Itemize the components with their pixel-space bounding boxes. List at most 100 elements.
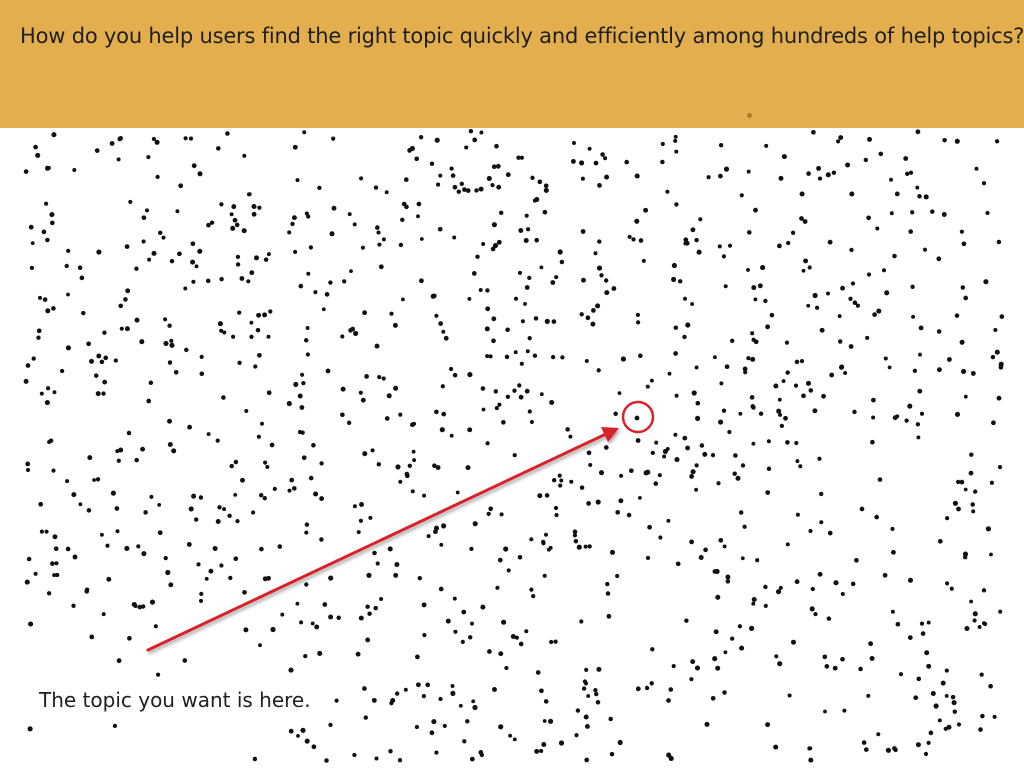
topic-dot xyxy=(715,665,721,671)
topic-dot xyxy=(412,458,417,463)
topic-dot xyxy=(889,211,894,216)
topic-dot xyxy=(188,136,194,141)
topic-dot xyxy=(393,572,399,578)
topic-dot xyxy=(525,227,531,232)
topic-dot xyxy=(892,253,897,259)
topic-dot xyxy=(136,544,141,549)
topic-dot xyxy=(317,650,323,656)
topic-dot xyxy=(694,463,699,468)
topic-dot xyxy=(25,363,31,368)
topic-dot xyxy=(535,670,541,675)
topic-dot xyxy=(44,529,49,534)
topic-dot xyxy=(946,724,952,730)
topic-dot xyxy=(634,218,640,224)
topic-dot xyxy=(936,367,942,373)
topic-dot xyxy=(749,395,755,400)
topic-dot xyxy=(945,516,950,521)
topic-dot xyxy=(128,199,133,204)
topic-dot xyxy=(819,327,825,333)
topic-dot xyxy=(265,464,270,470)
topic-dot xyxy=(467,635,473,640)
topic-dot xyxy=(430,293,436,299)
topic-dot xyxy=(827,530,833,536)
topic-dot xyxy=(597,183,602,188)
topic-dot xyxy=(597,239,602,244)
topic-dot xyxy=(574,733,579,738)
topic-dot xyxy=(206,432,211,437)
topic-dot xyxy=(778,175,784,181)
topic-dot xyxy=(250,510,256,515)
topic-dot xyxy=(101,391,106,396)
topic-dot xyxy=(112,723,118,729)
topic-dot xyxy=(586,501,591,506)
topic-dot xyxy=(725,578,731,584)
topic-dot xyxy=(580,176,585,181)
topic-dot xyxy=(442,723,447,728)
topic-dot xyxy=(438,586,444,592)
topic-dot xyxy=(41,229,47,235)
topic-dot xyxy=(302,130,307,135)
topic-dot xyxy=(450,690,456,696)
topic-dot xyxy=(194,264,199,269)
topic-dot xyxy=(907,577,914,583)
topic-dot xyxy=(215,438,220,443)
topic-dot xyxy=(895,414,900,419)
topic-dot xyxy=(733,453,738,458)
topic-dot xyxy=(188,506,194,512)
topic-dot xyxy=(455,490,460,495)
topic-dot xyxy=(952,500,958,506)
topic-dot xyxy=(638,496,642,500)
topic-dot xyxy=(794,359,800,365)
topic-dot xyxy=(377,242,382,247)
topic-dot xyxy=(253,364,258,369)
topic-dot xyxy=(304,522,310,527)
topic-dot xyxy=(191,279,196,284)
topic-dot xyxy=(903,156,909,161)
topic-dot xyxy=(565,427,570,432)
topic-dot xyxy=(645,555,651,561)
topic-dot xyxy=(251,203,257,210)
topic-dot xyxy=(611,286,617,291)
topic-dot xyxy=(878,151,884,157)
topic-dot xyxy=(415,654,420,660)
topic-dot xyxy=(304,738,310,744)
topic-dot xyxy=(668,687,674,692)
topic-dot xyxy=(127,635,132,641)
topic-dot xyxy=(583,714,589,720)
topic-dot xyxy=(703,547,708,553)
topic-dot xyxy=(458,703,463,708)
topic-dot xyxy=(87,455,93,461)
topic-dot xyxy=(346,420,352,426)
topic-dot xyxy=(691,390,697,396)
topic-dot xyxy=(926,740,931,745)
topic-dot xyxy=(620,356,627,362)
topic-dot xyxy=(51,132,57,138)
topic-dot xyxy=(151,250,157,256)
topic-dot xyxy=(824,664,830,669)
topic-dot xyxy=(660,159,665,165)
topic-dot xyxy=(895,621,901,627)
topic-dot xyxy=(587,146,592,151)
topic-dot xyxy=(635,438,641,443)
topic-dot xyxy=(790,230,796,235)
topic-dot xyxy=(86,341,91,347)
topic-dot xyxy=(197,171,203,177)
topic-dot xyxy=(998,361,1004,367)
topic-dot xyxy=(259,546,264,552)
topic-dot xyxy=(178,183,184,189)
topic-dot xyxy=(628,468,634,474)
topic-dot xyxy=(118,136,123,141)
topic-dot xyxy=(704,721,710,727)
topic-dot xyxy=(394,691,400,696)
topic-dot xyxy=(287,230,292,235)
topic-dot xyxy=(585,315,591,321)
topic-dot xyxy=(553,639,558,644)
topic-dot xyxy=(760,265,766,271)
topic-dot xyxy=(776,589,782,595)
topic-dot xyxy=(305,352,310,357)
topic-dot xyxy=(570,158,576,164)
topic-dot xyxy=(907,403,913,409)
topic-dot xyxy=(375,225,380,230)
topic-dot xyxy=(751,441,756,446)
topic-dot xyxy=(803,258,809,264)
